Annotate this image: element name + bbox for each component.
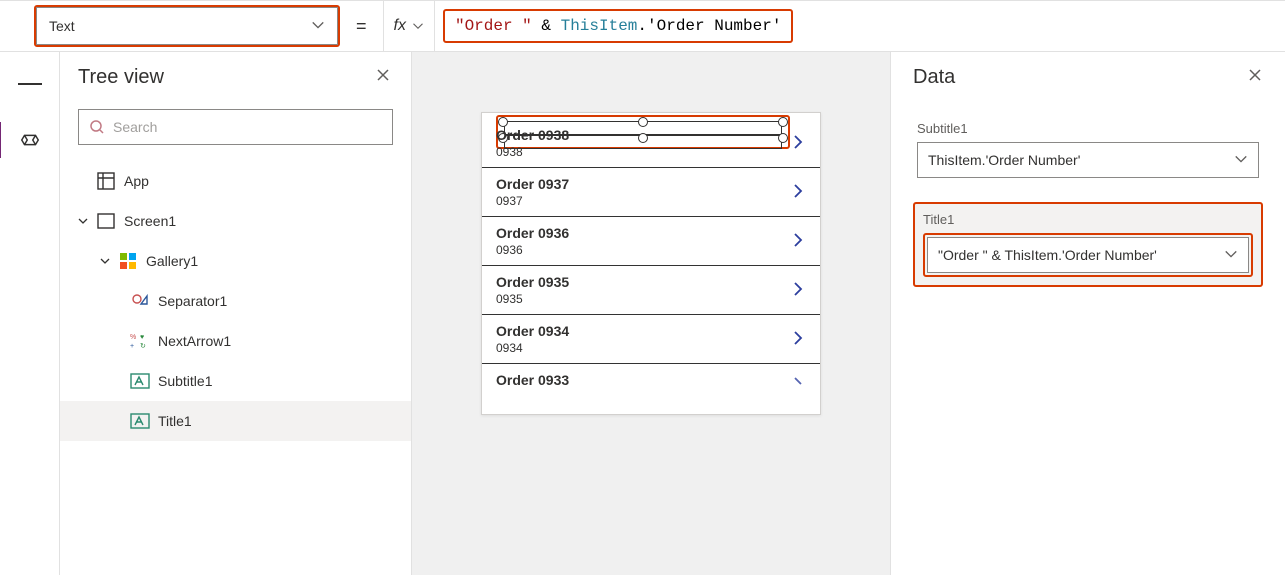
screen-icon <box>96 211 116 231</box>
gallery-item[interactable]: Order 0937 0937 <box>482 168 820 217</box>
data-field-title-highlight: Title1 "Order " & ThisItem.'Order Number… <box>913 202 1263 287</box>
gallery-item[interactable]: Order 0938 0938 <box>482 113 820 168</box>
label-icon <box>130 371 150 391</box>
gallery-item-subtitle: 0937 <box>496 194 569 208</box>
tree-panel: Tree view Search App <box>60 52 412 575</box>
gallery-item[interactable]: Order 0936 0936 <box>482 217 820 266</box>
nextarrow-icon: % ♥ + ↻ <box>130 331 150 351</box>
caret-down-icon <box>78 213 88 229</box>
property-dropdown[interactable]: Text <box>36 7 338 45</box>
gallery-item[interactable]: Order 0933 <box>482 364 820 414</box>
caret-down-icon <box>100 253 110 269</box>
chevron-right-icon[interactable] <box>790 373 806 389</box>
gallery-item-subtitle: 0936 <box>496 243 569 257</box>
gallery-item-title: Order 0936 <box>496 225 569 241</box>
tree-node-label: Subtitle1 <box>158 373 212 389</box>
chevron-right-icon[interactable] <box>790 281 806 300</box>
data-field-label: Subtitle1 <box>917 121 1259 136</box>
fx-button[interactable]: fx <box>383 1 435 51</box>
svg-text:♥: ♥ <box>140 334 144 341</box>
chevron-right-icon[interactable] <box>790 232 806 251</box>
search-placeholder: Search <box>113 119 157 135</box>
property-dropdown-label: Text <box>49 18 75 34</box>
tree-node-subtitle[interactable]: Subtitle1 <box>60 361 411 401</box>
close-icon[interactable] <box>375 67 391 88</box>
tree-node-label: Screen1 <box>124 213 176 229</box>
chevron-down-icon <box>311 18 325 35</box>
equals-label: = <box>350 16 373 37</box>
gallery-item[interactable]: Order 0934 0934 <box>482 315 820 364</box>
gallery-icon <box>118 251 138 271</box>
tree-node-label: NextArrow1 <box>158 333 231 349</box>
chevron-right-icon[interactable] <box>790 330 806 349</box>
property-dropdown-highlight: Text <box>34 5 340 47</box>
data-field-label: Title1 <box>923 212 1253 227</box>
gallery-item-subtitle: 0934 <box>496 341 569 355</box>
label-icon <box>130 411 150 431</box>
formula-highlight: "Order " & ThisItem.'Order Number' <box>443 9 793 43</box>
data-field-input[interactable]: ThisItem.'Order Number' <box>917 142 1259 178</box>
chevron-right-icon[interactable] <box>790 134 806 153</box>
gallery-item-subtitle: 0935 <box>496 292 569 306</box>
data-panel: Data Subtitle1 ThisItem.'Order Number' T… <box>890 52 1285 575</box>
canvas[interactable]: Order 0938 0938 Order 0937 0937 Orde <box>412 52 890 575</box>
gallery-item-title: Order 0933 <box>496 372 569 388</box>
tree-view-icon[interactable] <box>18 128 42 152</box>
gallery-item[interactable]: Order 0935 0935 <box>482 266 820 315</box>
fx-label: fx <box>394 17 406 35</box>
tree-node-label: App <box>124 173 149 189</box>
svg-text:↻: ↻ <box>140 343 146 350</box>
data-panel-title: Data <box>913 66 955 89</box>
svg-text:+: + <box>130 343 134 350</box>
svg-text:%: % <box>130 334 136 341</box>
chevron-down-icon <box>1224 247 1238 264</box>
data-field-input[interactable]: "Order " & ThisItem.'Order Number' <box>927 237 1249 273</box>
gallery-item-title: Order 0937 <box>496 176 569 192</box>
app-icon <box>96 171 116 191</box>
left-rail <box>0 52 60 575</box>
tree-node-label: Separator1 <box>158 293 227 309</box>
gallery-item-title: Order 0935 <box>496 274 569 290</box>
tree-title: Tree view <box>78 66 164 89</box>
gallery-item-title: Order 0938 <box>496 127 569 143</box>
hamburger-icon[interactable] <box>18 72 42 96</box>
tree-node-label: Gallery1 <box>146 253 198 269</box>
tree-node-app[interactable]: App <box>60 161 411 201</box>
chevron-down-icon <box>412 20 424 32</box>
data-field-value: ThisItem.'Order Number' <box>928 152 1080 168</box>
tree-node-title[interactable]: Title1 <box>60 401 411 441</box>
separator-icon <box>130 291 150 311</box>
tree-list: App Screen1 Gallery1 <box>60 157 411 445</box>
gallery-item-subtitle: 0938 <box>496 145 569 159</box>
formula-input[interactable]: "Order " & ThisItem.'Order Number' <box>455 17 781 35</box>
tree-node-label: Title1 <box>158 413 192 429</box>
tree-node-separator[interactable]: Separator1 <box>60 281 411 321</box>
search-input[interactable]: Search <box>78 109 393 145</box>
chevron-down-icon <box>1234 152 1248 169</box>
tree-node-nextarrow[interactable]: % ♥ + ↻ NextArrow1 <box>60 321 411 361</box>
search-icon <box>89 119 105 135</box>
data-field-subtitle: Subtitle1 ThisItem.'Order Number' <box>913 115 1263 184</box>
phone-preview: Order 0938 0938 Order 0937 0937 Orde <box>481 112 821 415</box>
tree-node-gallery[interactable]: Gallery1 <box>60 241 411 281</box>
close-icon[interactable] <box>1247 67 1263 88</box>
tree-node-screen[interactable]: Screen1 <box>60 201 411 241</box>
chevron-right-icon[interactable] <box>790 183 806 202</box>
data-field-value: "Order " & ThisItem.'Order Number' <box>938 247 1157 263</box>
gallery-item-title: Order 0934 <box>496 323 569 339</box>
formula-bar: Text = fx "Order " & ThisItem.'Order Num… <box>0 0 1285 52</box>
